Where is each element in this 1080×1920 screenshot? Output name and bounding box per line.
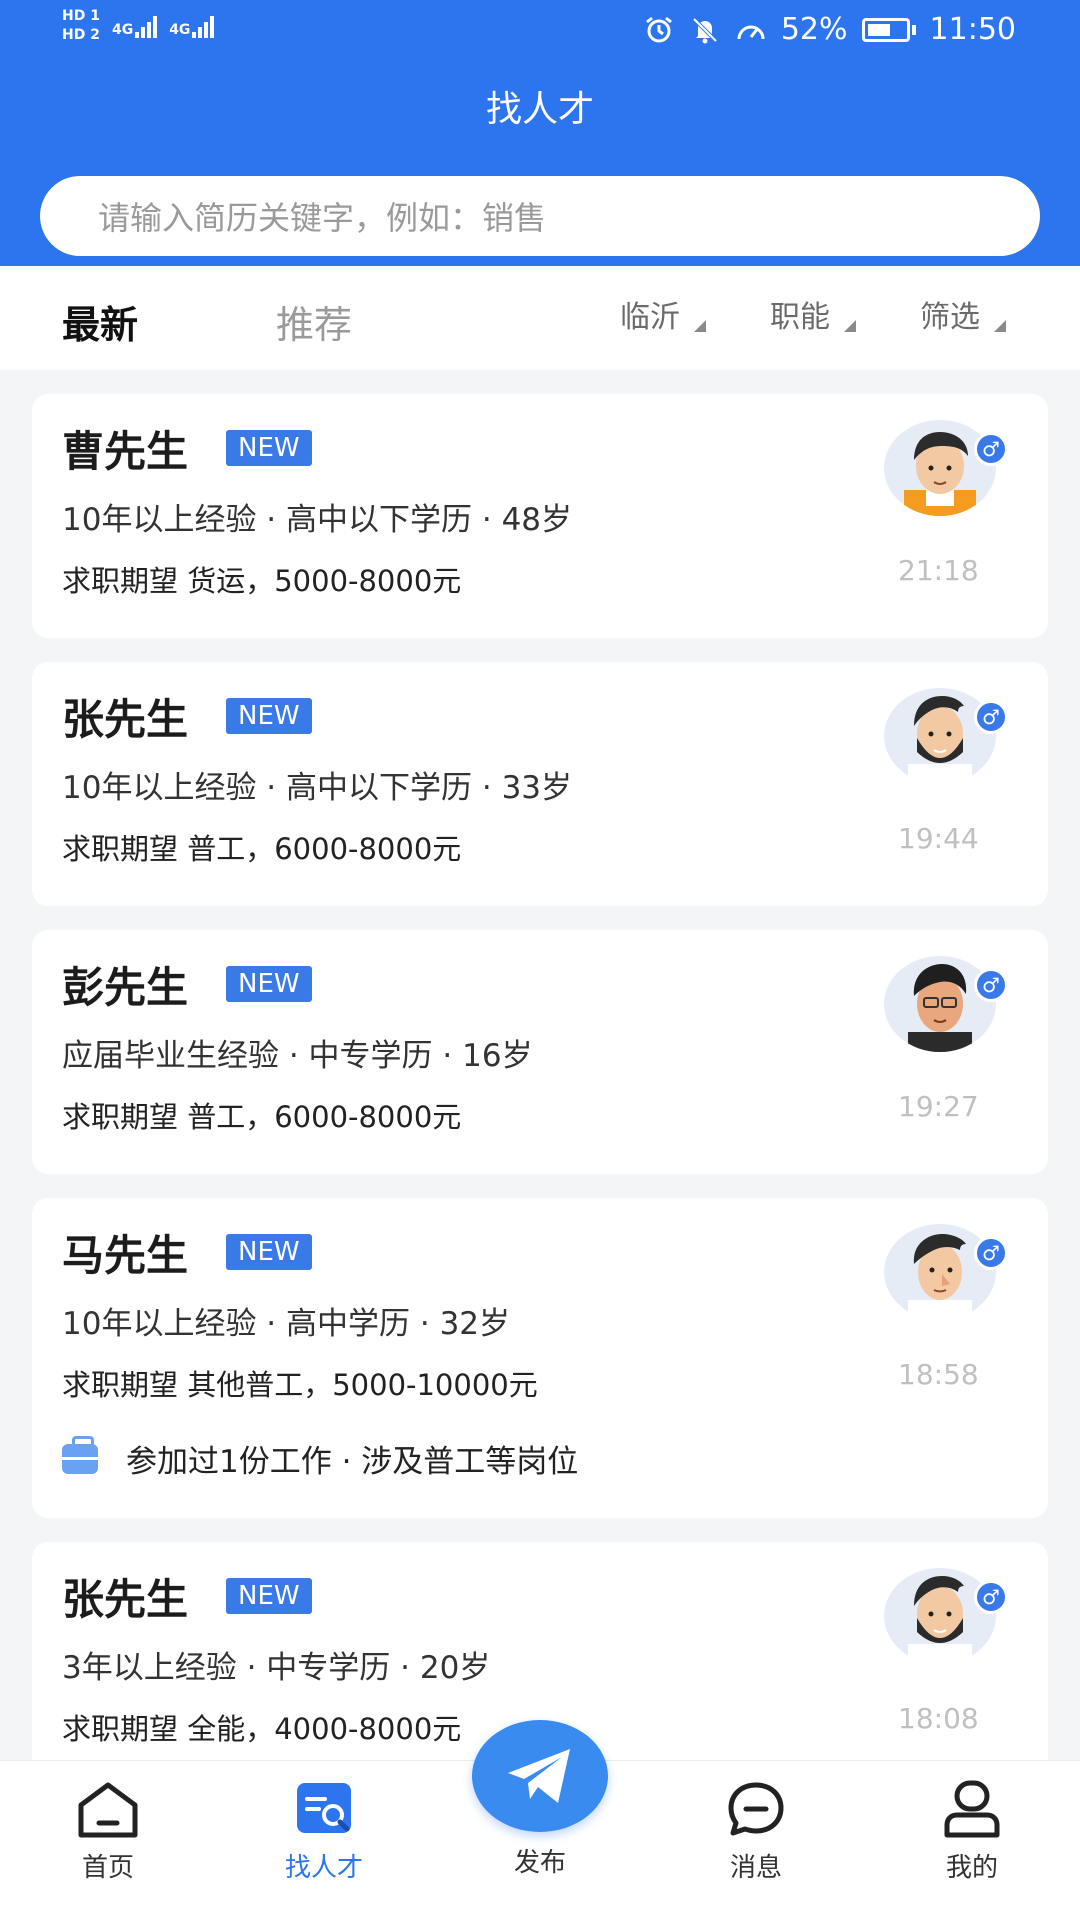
candidate-name: 彭先生 bbox=[62, 963, 189, 1012]
candidate-info: 应届毕业生经验 · 中专学历 · 16岁 bbox=[62, 1038, 533, 1074]
tab-latest[interactable]: 最新 bbox=[62, 294, 138, 349]
speed-gauge-icon bbox=[735, 14, 767, 46]
candidate-card[interactable]: 曹先生 NEW 10年以上经验 · 高中以下学历 · 48岁 求职期望 货运，5… bbox=[32, 394, 1048, 638]
tab-bar: 最新 推荐 临沂 职能 筛选 bbox=[0, 266, 1080, 370]
nav-find-talent-label: 找人才 bbox=[284, 1853, 363, 1883]
avatar-image bbox=[884, 688, 996, 784]
nav-find-talent[interactable]: 找人才 bbox=[264, 1779, 384, 1884]
candidate-card[interactable]: 张先生 NEW 10年以上经验 · 高中以下学历 · 33岁 求职期望 普工，6… bbox=[32, 662, 1048, 906]
dropdown-triangle-icon bbox=[694, 320, 706, 332]
candidate-time: 19:44 bbox=[898, 822, 979, 855]
message-bubble-icon bbox=[728, 1782, 784, 1836]
function-filter-label: 职能 bbox=[770, 300, 830, 335]
candidate-name: 马先生 bbox=[62, 1231, 189, 1280]
function-filter[interactable]: 职能 bbox=[770, 292, 856, 336]
new-badge: NEW bbox=[226, 430, 312, 466]
avatar-image bbox=[884, 956, 996, 1052]
avatar[interactable]: ♂ bbox=[884, 1224, 1008, 1320]
candidate-expectation: 求职期望 普工，6000-8000元 bbox=[62, 832, 462, 866]
work-history-text: 参加过1份工作 · 涉及普工等岗位 bbox=[126, 1444, 579, 1480]
status-right: 52% 11:50 bbox=[643, 12, 1016, 47]
talent-search-icon bbox=[297, 1783, 351, 1833]
candidate-card[interactable]: 马先生 NEW 10年以上经验 · 高中学历 · 32岁 求职期望 其他普工，5… bbox=[32, 1198, 1048, 1518]
nav-home-label: 首页 bbox=[81, 1853, 134, 1883]
new-badge: NEW bbox=[226, 966, 312, 1002]
candidate-card[interactable]: 彭先生 NEW 应届毕业生经验 · 中专学历 · 16岁 求职期望 普工，600… bbox=[32, 930, 1048, 1174]
work-history: 参加过1份工作 · 涉及普工等岗位 bbox=[62, 1435, 579, 1481]
candidate-time: 19:27 bbox=[898, 1090, 979, 1123]
paper-plane-icon bbox=[508, 1749, 570, 1803]
male-icon: ♂ bbox=[974, 432, 1008, 466]
avatar[interactable]: ♂ bbox=[884, 420, 1008, 516]
candidate-info: 10年以上经验 · 高中学历 · 32岁 bbox=[62, 1306, 511, 1342]
profile-icon bbox=[944, 1780, 1000, 1838]
status-bar: HD 1 HD 2 4G 4G 52% 11:50 bbox=[0, 0, 1080, 62]
city-filter[interactable]: 临沂 bbox=[620, 292, 706, 336]
hd-indicators: HD 1 HD 2 bbox=[62, 8, 100, 44]
battery-icon bbox=[861, 17, 916, 42]
nav-messages[interactable]: 消息 bbox=[696, 1779, 816, 1884]
nav-mine[interactable]: 我的 bbox=[912, 1779, 1032, 1884]
new-badge: NEW bbox=[226, 1234, 312, 1270]
signal-bars-icon bbox=[192, 14, 215, 38]
hd1-label: HD 1 bbox=[62, 8, 100, 24]
battery-percent: 52% bbox=[780, 12, 848, 47]
home-icon bbox=[78, 1782, 138, 1838]
search-input[interactable]: 请输入简历关键字，例如：销售 bbox=[40, 176, 1040, 256]
status-left: HD 1 HD 2 4G 4G bbox=[62, 8, 215, 44]
header: HD 1 HD 2 4G 4G 52% 11:50 找人才 请输入简历关键字，例… bbox=[0, 0, 1080, 266]
male-icon: ♂ bbox=[974, 700, 1008, 734]
candidate-name: 曹先生 bbox=[62, 427, 189, 476]
briefcase-icon bbox=[62, 1435, 98, 1474]
new-badge: NEW bbox=[226, 1578, 312, 1614]
dropdown-triangle-icon bbox=[844, 320, 856, 332]
more-filter-label: 筛选 bbox=[920, 300, 980, 335]
nav-home[interactable]: 首页 bbox=[48, 1779, 168, 1884]
candidate-info: 3年以上经验 · 中专学历 · 20岁 bbox=[62, 1650, 491, 1686]
new-badge: NEW bbox=[226, 698, 312, 734]
avatar-image bbox=[884, 1224, 996, 1320]
nav-messages-label: 消息 bbox=[729, 1853, 782, 1883]
more-filter[interactable]: 筛选 bbox=[920, 292, 1006, 336]
male-icon: ♂ bbox=[974, 968, 1008, 1002]
candidate-expectation: 求职期望 全能，4000-8000元 bbox=[62, 1712, 462, 1746]
candidate-info: 10年以上经验 · 高中以下学历 · 48岁 bbox=[62, 502, 573, 538]
candidate-time: 21:18 bbox=[898, 554, 979, 587]
candidate-expectation: 求职期望 其他普工，5000-10000元 bbox=[62, 1368, 538, 1402]
candidate-name: 张先生 bbox=[62, 1575, 189, 1624]
candidate-expectation: 求职期望 普工，6000-8000元 bbox=[62, 1100, 462, 1134]
male-icon: ♂ bbox=[974, 1236, 1008, 1270]
bell-muted-icon bbox=[689, 14, 721, 46]
candidate-time: 18:08 bbox=[898, 1702, 979, 1735]
candidate-expectation: 求职期望 货运，5000-8000元 bbox=[62, 564, 462, 598]
male-icon: ♂ bbox=[974, 1580, 1008, 1614]
avatar[interactable]: ♂ bbox=[884, 1568, 1008, 1664]
candidate-time: 18:58 bbox=[898, 1358, 979, 1391]
alarm-icon bbox=[643, 14, 675, 46]
network-1-label: 4G bbox=[111, 22, 134, 38]
network-2-label: 4G bbox=[169, 22, 191, 38]
page-title: 找人才 bbox=[485, 89, 594, 130]
avatar-image bbox=[884, 1568, 996, 1664]
avatar[interactable]: ♂ bbox=[884, 956, 1008, 1052]
hd2-label: HD 2 bbox=[62, 27, 100, 43]
signal-bars-icon bbox=[135, 14, 158, 38]
dropdown-triangle-icon bbox=[994, 320, 1006, 332]
nav-mine-label: 我的 bbox=[945, 1853, 998, 1883]
clock: 11:50 bbox=[929, 12, 1016, 47]
avatar-image bbox=[884, 420, 996, 516]
search-placeholder: 请输入简历关键字，例如：销售 bbox=[98, 199, 547, 237]
avatar[interactable]: ♂ bbox=[884, 688, 1008, 784]
candidate-info: 10年以上经验 · 高中以下学历 · 33岁 bbox=[62, 770, 573, 806]
candidate-name: 张先生 bbox=[62, 695, 189, 744]
tab-recommend[interactable]: 推荐 bbox=[276, 294, 352, 349]
city-filter-label: 临沂 bbox=[620, 300, 680, 335]
signal-1: 4G bbox=[111, 14, 158, 38]
signal-2: 4G bbox=[169, 14, 215, 38]
publish-button[interactable] bbox=[472, 1720, 608, 1832]
publish-label: 发布 bbox=[513, 1848, 566, 1878]
